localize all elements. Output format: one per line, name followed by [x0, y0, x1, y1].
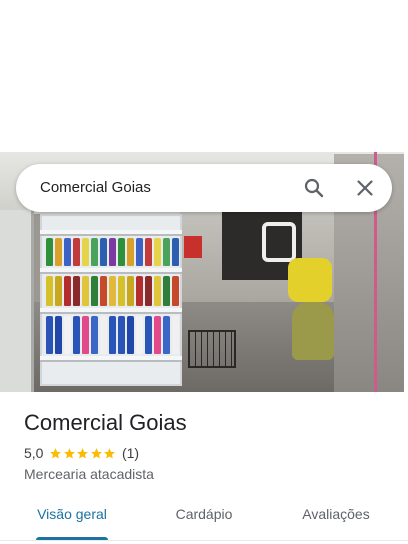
review-count[interactable]: (1): [122, 445, 139, 461]
photo-chair: [262, 222, 296, 262]
photo-red-box: [184, 236, 202, 258]
star-icon: [91, 447, 102, 458]
product-bottle: [73, 316, 80, 354]
product-bottle: [154, 276, 161, 306]
product-bottle: [127, 276, 134, 306]
product-bottle: [163, 316, 170, 354]
rating-row[interactable]: 5,0 (1): [24, 444, 139, 462]
star-icon: [50, 447, 62, 458]
product-bottle: [163, 276, 170, 306]
product-bottle: [46, 316, 53, 354]
product-bottle: [109, 276, 116, 306]
photo-yellow-bag: [288, 258, 332, 302]
product-bottle: [55, 238, 62, 266]
tab-overview[interactable]: Visão geral: [24, 496, 120, 540]
product-bottle: [64, 238, 71, 266]
product-bottle: [64, 276, 71, 306]
product-bottle: [64, 316, 71, 354]
product-bottle: [154, 316, 161, 354]
star-icon: [77, 447, 89, 458]
photo-shelf-board: [40, 356, 182, 362]
place-tabs: Visão geral Cardápio Avaliações: [0, 496, 408, 544]
product-bottle: [73, 238, 80, 266]
product-bottle: [145, 238, 152, 266]
tab-menu[interactable]: Cardápio: [156, 496, 252, 540]
product-bottle: [91, 276, 98, 306]
product-bottle: [145, 276, 152, 306]
product-bottle: [172, 276, 179, 306]
product-bottle: [109, 316, 116, 354]
product-bottle: [136, 276, 143, 306]
product-bottle: [127, 238, 134, 266]
place-title: Comercial Goias: [24, 410, 187, 435]
product-bottle: [118, 276, 125, 306]
product-bottle: [82, 276, 89, 306]
place-category[interactable]: Mercearia atacadista: [24, 465, 154, 483]
photo-shelf-board: [40, 230, 182, 236]
photo-shelf-board: [40, 268, 182, 274]
map-blank-area: [0, 0, 408, 152]
product-bottle: [100, 316, 107, 354]
product-bottle: [145, 316, 152, 354]
search-bar[interactable]: Comercial Goias: [16, 164, 392, 212]
product-bottle: [82, 316, 89, 354]
star-icon: [104, 447, 116, 458]
product-bottle: [100, 238, 107, 266]
photo-cart: [188, 330, 236, 368]
product-bottle: [118, 238, 125, 266]
product-bottle: [91, 238, 98, 266]
product-bottle: [73, 276, 80, 306]
close-icon[interactable]: [353, 176, 377, 200]
product-bottle: [100, 276, 107, 306]
search-icon[interactable]: [302, 176, 326, 200]
photo-shelf-board: [40, 308, 182, 314]
product-bottle: [109, 238, 116, 266]
photo-gas-cylinder: [292, 302, 334, 360]
photo-left-display: [0, 210, 34, 392]
product-bottle: [172, 238, 179, 266]
product-bottle: [91, 316, 98, 354]
product-bottle: [46, 276, 53, 306]
product-bottle: [163, 238, 170, 266]
product-bottle: [127, 316, 134, 354]
tab-reviews[interactable]: Avaliações: [288, 496, 384, 540]
product-bottle: [118, 316, 125, 354]
product-bottle: [46, 238, 53, 266]
product-bottle: [172, 316, 179, 354]
rating-stars: [49, 447, 117, 460]
product-bottle: [82, 238, 89, 266]
product-bottle: [136, 316, 143, 354]
star-icon: [64, 447, 75, 458]
product-bottle: [154, 238, 161, 266]
product-bottle: [136, 238, 143, 266]
search-query[interactable]: Comercial Goias: [40, 178, 151, 198]
tabs-divider: [0, 540, 408, 541]
rating-value: 5,0: [24, 445, 44, 461]
product-bottle: [55, 316, 62, 354]
product-bottle: [55, 276, 62, 306]
